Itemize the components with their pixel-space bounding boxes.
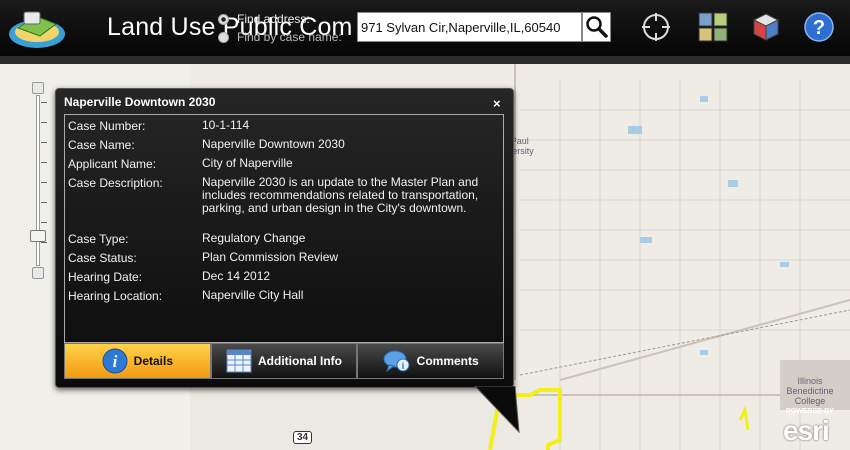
benedictine-college-label: Illinois Benedictine College <box>786 376 834 406</box>
popup-title: Naperville Downtown 2030 <box>64 95 216 109</box>
case-number-label: Case Number: <box>68 119 146 133</box>
legend-button[interactable] <box>750 11 782 43</box>
tab-details[interactable]: i Details <box>64 343 211 379</box>
case-status-label: Case Status: <box>68 251 137 265</box>
hearing-location-value: Naperville City Hall <box>202 288 304 302</box>
hearing-date-value: Dec 14 2012 <box>202 269 271 283</box>
case-description-value: Naperville 2030 is an update to the Mast… <box>202 175 479 215</box>
hearing-date-label: Hearing Date: <box>68 270 143 284</box>
find-address-label: Find address: <box>237 12 310 26</box>
app-header: Land Use Public Com Find address: Find b… <box>0 0 850 56</box>
case-info-popup: Naperville Downtown 2030 × Case Number: … <box>55 88 514 388</box>
popup-details-panel: Case Number: 10-1-114 Case Name: Napervi… <box>64 114 504 343</box>
esri-logo[interactable]: esri <box>783 415 830 447</box>
case-name-value: Naperville Downtown 2030 <box>202 137 345 151</box>
find-case-label: Find by case name: <box>237 30 342 44</box>
info-icon: i <box>102 348 128 374</box>
powered-by-label: POWERED BY <box>786 408 834 415</box>
find-address-option[interactable]: Find address: <box>218 12 310 26</box>
legend-cube-icon <box>752 13 780 41</box>
popup-close-button[interactable]: × <box>493 96 501 111</box>
find-address-radio[interactable] <box>218 13 229 25</box>
find-case-option[interactable]: Find by case name: <box>218 30 342 44</box>
zoom-tick <box>41 202 47 203</box>
zoom-tick <box>41 222 47 223</box>
svg-text:?: ? <box>813 17 825 39</box>
find-case-radio[interactable] <box>218 31 229 43</box>
zoom-tick <box>41 242 47 243</box>
zoom-tick <box>41 182 47 183</box>
case-number-value: 10-1-114 <box>202 118 250 132</box>
zoom-thumb[interactable] <box>30 230 46 242</box>
zoom-tick <box>41 102 47 103</box>
basemap-grid-icon <box>698 12 728 42</box>
tab-comments-label: Comments <box>416 354 479 368</box>
tab-additional-info[interactable]: Additional Info <box>210 343 358 379</box>
basemap-button[interactable] <box>697 11 729 43</box>
app-logo <box>9 11 65 48</box>
zoom-in-button[interactable] <box>32 82 44 94</box>
case-description-label: Case Description: <box>68 176 163 190</box>
applicant-name-value: City of Naperville <box>202 156 293 170</box>
search-icon <box>586 16 608 38</box>
help-icon: ? <box>804 12 834 42</box>
table-icon <box>226 349 252 373</box>
applicant-name-label: Applicant Name: <box>68 157 157 171</box>
case-type-value: Regulatory Change <box>202 231 306 245</box>
tab-details-label: Details <box>133 354 174 368</box>
popup-pointer <box>474 386 520 434</box>
zoom-tick <box>41 162 47 163</box>
search-input[interactable]: 971 Sylvan Cir,Naperville,IL,60540 <box>357 12 582 42</box>
zoom-slider[interactable] <box>30 82 47 280</box>
svg-text:i: i <box>401 361 404 371</box>
case-type-label: Case Type: <box>68 232 129 246</box>
zoom-tick <box>41 142 47 143</box>
tab-additional-info-label: Additional Info <box>258 354 342 368</box>
case-name-label: Case Name: <box>68 138 135 152</box>
tab-comments[interactable]: i Comments <box>357 343 505 379</box>
zoom-tick <box>41 122 47 123</box>
case-status-value: Plan Commission Review <box>202 250 339 264</box>
popup-tab-bar: i Details Additional Info i Comments <box>64 343 505 379</box>
hearing-location-label: Hearing Location: <box>68 289 163 303</box>
search-button[interactable] <box>582 12 611 42</box>
crosshair-icon <box>642 13 670 41</box>
help-button[interactable]: ? <box>803 11 835 43</box>
zoom-out-button[interactable] <box>32 267 44 279</box>
svg-text:i: i <box>112 352 117 371</box>
locate-button[interactable] <box>640 11 672 43</box>
highway-shield: 34 <box>293 431 313 444</box>
chat-bubble-icon: i <box>383 350 410 373</box>
